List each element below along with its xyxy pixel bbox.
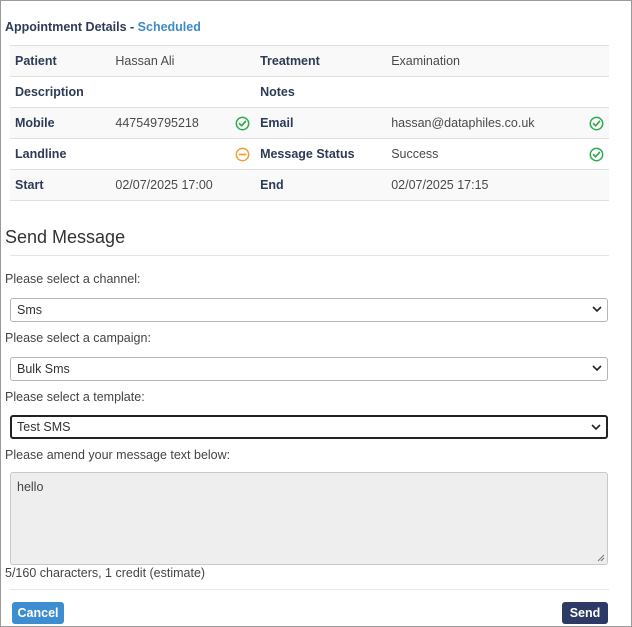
- chevron-down-icon: [592, 306, 602, 313]
- detail-label: End: [255, 169, 387, 201]
- send-button[interactable]: Send: [562, 602, 608, 624]
- detail-status-cell: [224, 45, 256, 77]
- character-count: 5/160 characters, 1 credit (estimate): [5, 566, 206, 580]
- campaign-select-value: Bulk Sms: [17, 362, 70, 376]
- details-row: Landline Message Status Success: [10, 138, 609, 170]
- appointment-details-table: Patient Hassan Ali Treatment Examination Des…: [10, 45, 609, 201]
- detail-value: Examination: [386, 45, 579, 77]
- details-row: Mobile 447549795218 Email hassan@dataphiles…: [10, 107, 609, 139]
- message-textarea[interactable]: hello: [10, 472, 608, 565]
- detail-value: [386, 76, 579, 108]
- section-divider: [10, 255, 609, 256]
- detail-status-cell: [224, 138, 256, 170]
- detail-value: Hassan Ali: [110, 45, 225, 77]
- appointment-heading: Appointment Details - Scheduled: [5, 20, 201, 34]
- detail-status-cell: [578, 76, 609, 108]
- check-circle-icon: [589, 116, 604, 131]
- footer-divider: [10, 589, 609, 590]
- detail-value: [110, 76, 225, 108]
- appointment-status: Scheduled: [137, 20, 201, 34]
- send-message-title: Send Message: [5, 227, 126, 247]
- message-label: Please amend your message text below:: [5, 448, 231, 462]
- detail-status-cell: [224, 169, 256, 201]
- campaign-label: Please select a campaign:: [5, 331, 151, 345]
- channel-label: Please select a channel:: [5, 272, 141, 286]
- chevron-down-icon: [591, 424, 601, 431]
- detail-value: Success: [386, 138, 579, 170]
- channel-select-value: Sms: [17, 303, 42, 317]
- check-circle-icon: [235, 116, 250, 131]
- detail-value: 02/07/2025 17:15: [386, 169, 579, 201]
- appointment-title: Appointment Details: [5, 20, 127, 34]
- campaign-select[interactable]: Bulk Sms: [10, 357, 608, 381]
- detail-status-cell: [224, 107, 256, 139]
- detail-label: Email: [255, 107, 387, 139]
- check-circle-icon: [589, 147, 604, 162]
- detail-label: Message Status: [255, 138, 387, 170]
- chevron-down-icon: [592, 365, 602, 372]
- channel-select[interactable]: Sms: [10, 298, 608, 322]
- minus-circle-icon: [235, 147, 250, 162]
- detail-label: Mobile: [10, 107, 111, 139]
- detail-label: Landline: [10, 138, 111, 170]
- detail-value: 447549795218: [110, 107, 225, 139]
- detail-status-cell: [578, 107, 609, 139]
- cancel-button[interactable]: Cancel: [12, 602, 64, 624]
- resize-grip-icon[interactable]: [596, 553, 605, 562]
- details-row: Patient Hassan Ali Treatment Examination: [10, 45, 609, 77]
- template-select-value: Test SMS: [17, 420, 71, 434]
- detail-status-cell: [578, 138, 609, 170]
- detail-label: Patient: [10, 45, 111, 77]
- detail-value: hassan@dataphiles.co.uk: [386, 107, 579, 139]
- appointment-dialog: Appointment Details - Scheduled Patient H…: [0, 0, 632, 627]
- detail-status-cell: [578, 169, 609, 201]
- detail-value: 02/07/2025 17:00: [110, 169, 225, 201]
- template-select[interactable]: Test SMS: [10, 415, 608, 439]
- details-row: Start 02/07/2025 17:00 End 02/07/2025 17:15: [10, 169, 609, 201]
- detail-status-cell: [578, 45, 609, 77]
- detail-label: Description: [10, 76, 111, 108]
- detail-value: [110, 138, 225, 170]
- detail-status-cell: [224, 76, 256, 108]
- heading-separator: -: [126, 20, 138, 34]
- template-label: Please select a template:: [5, 390, 145, 404]
- details-row: Description Notes: [10, 76, 609, 108]
- detail-label: Treatment: [255, 45, 387, 77]
- detail-label: Start: [10, 169, 111, 201]
- detail-label: Notes: [255, 76, 387, 108]
- message-text: hello: [17, 480, 44, 494]
